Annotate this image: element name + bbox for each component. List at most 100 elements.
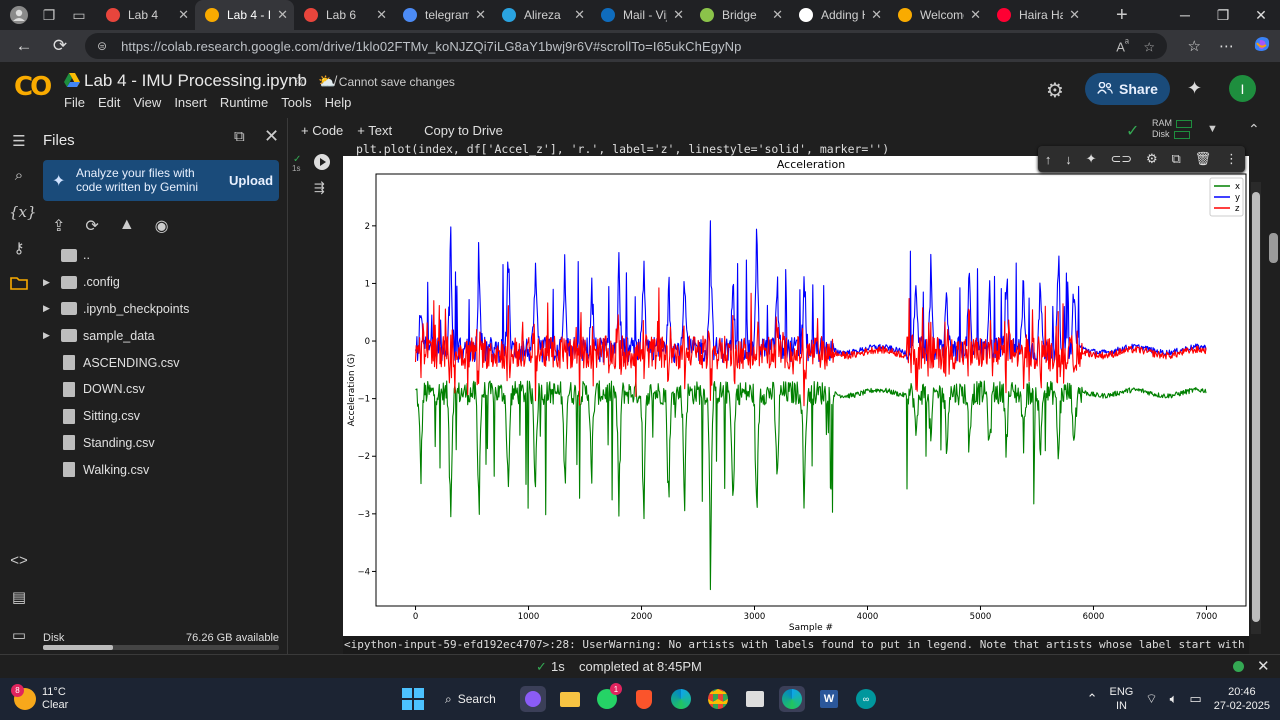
code-line[interactable]: plt.plot(index, df['Accel_z'], 'r.', lab… — [356, 142, 889, 156]
add-text-button[interactable]: + Text — [357, 123, 392, 138]
close-tab-icon[interactable]: ✕ — [178, 7, 189, 23]
browser-tab[interactable]: Mail - Vijin ✕ — [591, 0, 690, 30]
volume-icon[interactable]: 🔈︎ — [1170, 691, 1178, 707]
url-field[interactable]: ⊜ https://colab.research.google.com/driv… — [85, 33, 1167, 59]
resources-indicator[interactable]: RAM Disk — [1152, 118, 1192, 140]
browser-tab[interactable]: Lab 4 ✕ — [96, 0, 195, 30]
read-aloud-icon[interactable]: Aᵃ ☆ — [1116, 37, 1155, 55]
favorites-icon[interactable]: ☆ — [1188, 37, 1201, 55]
browser-tab[interactable]: Welcome T ✕ — [888, 0, 987, 30]
mirror-cell-icon[interactable]: ⧉ — [1172, 151, 1181, 167]
browser-tab[interactable]: Haira Hairi ✕ — [987, 0, 1086, 30]
delete-icon[interactable]: 🗑 — [1195, 151, 1212, 167]
new-tab-button[interactable]: + — [1116, 4, 1128, 27]
star-icon[interactable]: ☆ — [292, 70, 306, 90]
browser-tab[interactable]: Lab 6 ✕ — [294, 0, 393, 30]
file-item[interactable]: Sitting.csv — [38, 403, 286, 430]
weather-widget[interactable]: 8 11°C Clear — [11, 684, 68, 712]
menu-tools[interactable]: Tools — [281, 95, 311, 110]
expand-arrow-icon[interactable]: ▶ — [43, 330, 50, 341]
edge-icon[interactable] — [668, 686, 694, 712]
folder-item[interactable]: ▶ .config — [38, 269, 286, 296]
close-window-icon[interactable]: ✕ — [1242, 0, 1280, 30]
windows-start-icon[interactable] — [400, 686, 426, 712]
folder-item[interactable]: .. — [38, 242, 286, 269]
back-icon[interactable]: ← — [6, 36, 42, 56]
workspaces-icon[interactable]: ❐ — [38, 4, 60, 26]
close-tab-icon[interactable]: ✕ — [277, 7, 288, 23]
menu-edit[interactable]: Edit — [98, 95, 120, 110]
more-menu-icon[interactable]: ⋯ — [1219, 37, 1234, 55]
find-replace-icon[interactable]: ⌕ — [9, 167, 29, 187]
profile-icon[interactable] — [8, 4, 30, 26]
file-explorer-icon[interactable] — [557, 686, 583, 712]
site-info-icon[interactable]: ⊜ — [97, 39, 107, 53]
settings-gear-icon[interactable]: ⚙ — [1046, 78, 1064, 103]
runtime-status-dot[interactable] — [1233, 661, 1244, 672]
gemini-analyze-banner[interactable]: ✦ Analyze your files with code written b… — [43, 160, 279, 201]
output-scrollbar[interactable] — [1251, 182, 1261, 634]
reload-icon[interactable]: ⟳ — [42, 36, 78, 56]
file-item[interactable]: Walking.csv — [38, 456, 286, 483]
variables-icon[interactable]: {x} — [9, 203, 37, 223]
language-indicator[interactable]: ENG IN — [1110, 685, 1134, 713]
more-vert-icon[interactable]: ⋮ — [1225, 151, 1238, 167]
close-tab-icon[interactable]: ✕ — [673, 7, 684, 23]
upload-button[interactable]: Upload — [229, 173, 273, 188]
show-hidden-eye-icon[interactable]: ◉ — [155, 216, 169, 236]
chrome-icon[interactable] — [705, 686, 731, 712]
gemini-spark-icon[interactable]: ✦ — [1187, 78, 1202, 99]
add-code-button[interactable]: + Code — [301, 123, 343, 138]
browser-tab[interactable]: telegram - ✕ — [393, 0, 492, 30]
tray-chevron-icon[interactable]: ⌃ — [1087, 691, 1098, 707]
close-status-icon[interactable]: ✕ — [1257, 657, 1270, 675]
menu-view[interactable]: View — [133, 95, 161, 110]
code-snippets-icon[interactable]: <> — [9, 552, 29, 572]
brave-icon[interactable] — [631, 686, 657, 712]
output-scrollbar-thumb[interactable] — [1252, 192, 1260, 622]
command-palette-icon[interactable]: ▤ — [9, 588, 29, 608]
upload-file-icon[interactable]: ⇪ — [52, 216, 65, 236]
refresh-icon[interactable]: ⟳ — [85, 216, 98, 236]
terminal-icon[interactable]: ▭ — [9, 626, 29, 646]
table-of-contents-icon[interactable]: ☰ — [9, 132, 29, 152]
close-tab-icon[interactable]: ✕ — [871, 7, 882, 23]
copilot-app-icon[interactable] — [520, 686, 546, 712]
menu-help[interactable]: Help — [325, 95, 352, 110]
colab-logo[interactable]: CO — [14, 72, 52, 102]
cell-settings-icon[interactable]: ⚙ — [1146, 151, 1158, 167]
open-in-window-icon[interactable]: ⧉ — [234, 128, 245, 145]
output-options-icon[interactable]: ⇶ — [314, 180, 325, 196]
folder-item[interactable]: ▶ .ipynb_checkpoints — [38, 296, 286, 323]
menu-runtime[interactable]: Runtime — [220, 95, 268, 110]
move-down-icon[interactable]: ↓ — [1065, 152, 1072, 167]
browser-tab[interactable]: Alireza ✕ — [492, 0, 591, 30]
word-icon[interactable]: W — [816, 686, 842, 712]
file-item[interactable]: DOWN.csv — [38, 376, 286, 403]
copilot-icon[interactable] — [1252, 34, 1272, 58]
edge-active-icon[interactable] — [779, 686, 805, 712]
avatar[interactable]: I — [1229, 75, 1256, 102]
runtime-dropdown-icon[interactable]: ▼ — [1207, 123, 1218, 135]
clock[interactable]: 20:46 27-02-2025 — [1214, 685, 1270, 713]
notebook-title[interactable]: Lab 4 - IMU Processing.ipynb — [64, 71, 307, 91]
tab-actions-icon[interactable]: ▭ — [68, 4, 90, 26]
files-folder-icon[interactable] — [9, 276, 29, 296]
file-item[interactable]: Standing.csv — [38, 430, 286, 457]
menu-file[interactable]: File — [64, 95, 85, 110]
run-cell-button[interactable] — [314, 154, 330, 170]
gemini-cell-icon[interactable]: ✦ — [1086, 151, 1097, 167]
move-up-icon[interactable]: ↑ — [1045, 152, 1052, 167]
save-status[interactable]: ⛅̸ Cannot save changes — [318, 73, 455, 90]
collapse-header-icon[interactable]: ⌃ — [1248, 121, 1260, 138]
expand-arrow-icon[interactable]: ▶ — [43, 277, 50, 288]
menu-insert[interactable]: Insert — [174, 95, 207, 110]
secrets-key-icon[interactable]: ⚷ — [9, 239, 29, 259]
whatsapp-icon[interactable]: 1 — [594, 683, 622, 712]
close-panel-icon[interactable]: ✕ — [264, 126, 279, 147]
share-button[interactable]: Share — [1085, 73, 1170, 105]
close-tab-icon[interactable]: ✕ — [1069, 7, 1080, 23]
folder-item[interactable]: ▶ sample_data — [38, 322, 286, 349]
close-tab-icon[interactable]: ✕ — [574, 7, 585, 23]
link-icon[interactable]: ⊂⊃ — [1110, 151, 1132, 167]
